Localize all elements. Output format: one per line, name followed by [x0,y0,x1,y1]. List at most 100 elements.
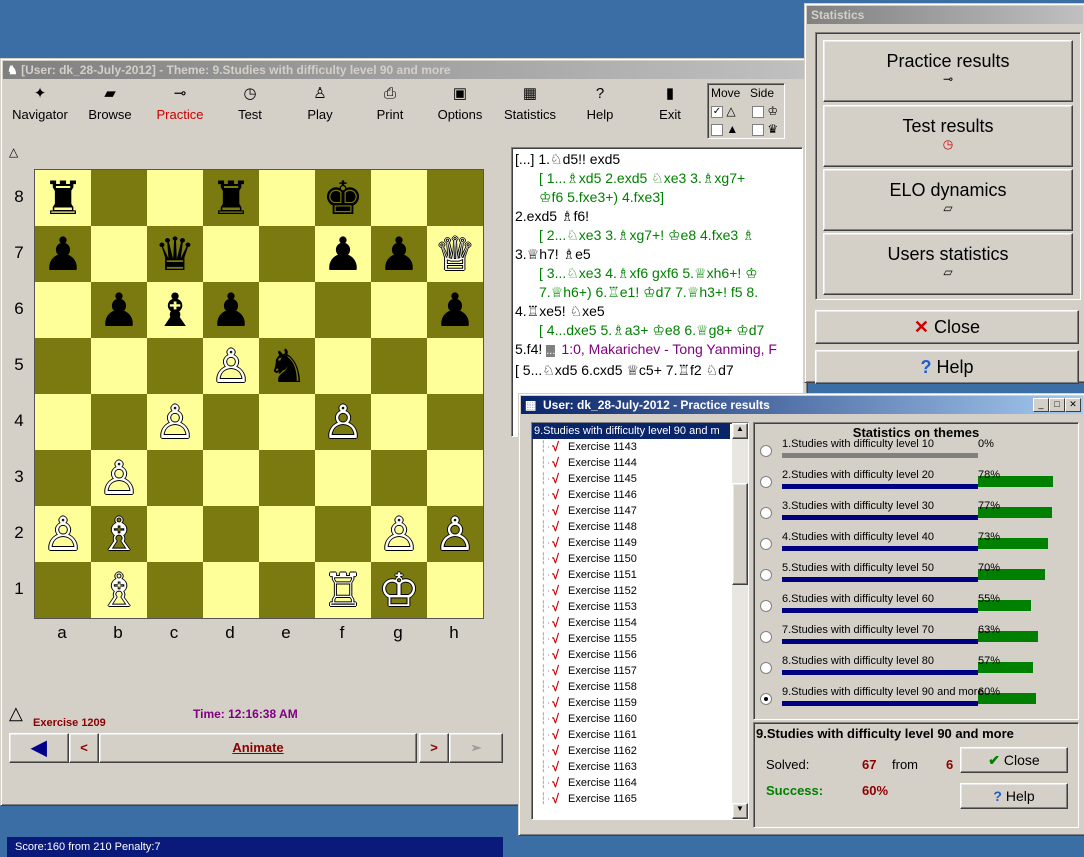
square-e3[interactable] [259,450,315,506]
theme-row[interactable]: 5.Studies with difficulty level 50 70% [782,562,1062,583]
notation-line[interactable]: 2.exd5 ♗f6! [515,207,799,226]
scroll-down-arrow[interactable]: ▼ [732,803,748,819]
square-e4[interactable] [259,394,315,450]
test-results-button[interactable]: Test results ◷ [823,105,1073,167]
results-help-button[interactable]: ? Help [960,783,1068,809]
exercise-list-item[interactable]: ┆· √ Exercise 1157 [532,663,748,679]
square-a2[interactable]: ♙ [35,506,91,562]
square-f4[interactable]: ♙ [315,394,371,450]
white-piece[interactable]: ♙ [322,395,363,449]
square-e7[interactable] [259,226,315,282]
square-h6[interactable]: ♟ [427,282,483,338]
elo-dynamics-button[interactable]: ELO dynamics ▱ [823,169,1073,231]
exercise-list-item[interactable]: ┆· √ Exercise 1145 [532,471,748,487]
square-b4[interactable] [91,394,147,450]
white-piece[interactable]: ♙ [42,507,83,561]
black-piece[interactable]: ♟ [322,227,363,281]
square-g1[interactable]: ♔ [371,562,427,618]
black-piece[interactable]: ♜ [42,171,83,225]
square-c5[interactable] [147,338,203,394]
black-piece[interactable]: ♛ [154,227,195,281]
results-close-button[interactable]: ✔ Close [960,747,1068,773]
square-e5[interactable]: ♞ [259,338,315,394]
square-f5[interactable] [315,338,371,394]
square-g3[interactable] [371,450,427,506]
white-piece[interactable]: ♗ [98,507,139,561]
white-piece[interactable]: ♖ [322,563,363,617]
notation-line[interactable]: 4.♖xe5! ♘xe5 [515,302,799,321]
square-g7[interactable]: ♟ [371,226,427,282]
square-g4[interactable] [371,394,427,450]
toolbar-practice-button[interactable]: ⊸ Practice [145,81,215,137]
toolbar-statistics-button[interactable]: ▦ Statistics [495,81,565,137]
theme-row[interactable]: 6.Studies with difficulty level 60 55% [782,593,1062,614]
notation-line[interactable]: [ 3...♘xe3 4.♗xf6 gxf6 5.♕xh6+! ♔ [515,264,799,283]
first-move-button[interactable]: ◀ [9,733,69,763]
white-piece[interactable]: ♙ [98,451,139,505]
square-b3[interactable]: ♙ [91,450,147,506]
square-f2[interactable] [315,506,371,562]
exercise-list-item[interactable]: ┆· √ Exercise 1152 [532,583,748,599]
exercise-list-item[interactable]: ┆· √ Exercise 1146 [532,487,748,503]
chess-board[interactable]: ♜ ♜ ♚ ♟ ♛ ♟ ♟ ♕ ♟ ♝ ♟ ♟ ♙ ♞ ♙ ♙ ♙ ♙ ♗ ♙ ♙ ♗ ♖ ♔ [34,169,484,619]
square-e1[interactable] [259,562,315,618]
square-h7[interactable]: ♕ [427,226,483,282]
exercise-list-item[interactable]: ┆· √ Exercise 1149 [532,535,748,551]
tree-root[interactable]: 9.Studies with difficulty level 90 and m [532,423,730,439]
exercise-list-item[interactable]: ┆· √ Exercise 1147 [532,503,748,519]
notation-line[interactable]: 1:0, Makarichev - Tong Yanming, F [555,340,777,359]
main-title-bar[interactable]: ♞ [User: dk_28-July-2012] - Theme: 9.Stu… [3,61,805,79]
exercise-tree[interactable]: 9.Studies with difficulty level 90 and m… [531,422,749,820]
theme-row[interactable]: 7.Studies with difficulty level 70 63% [782,624,1062,645]
theme-radio[interactable] [760,693,772,705]
statistics-help-button[interactable]: ? Help [815,350,1079,384]
theme-row[interactable]: 3.Studies with difficulty level 30 77% [782,500,1062,521]
last-move-button[interactable]: ➢ [449,733,503,763]
exercise-list-item[interactable]: ┆· √ Exercise 1154 [532,615,748,631]
square-h5[interactable] [427,338,483,394]
toolbar-test-button[interactable]: ◷ Test [215,81,285,137]
exercise-list-item[interactable]: ┆· √ Exercise 1143 [532,439,748,455]
exercise-list-item[interactable]: ┆· √ Exercise 1158 [532,679,748,695]
square-b1[interactable]: ♗ [91,562,147,618]
square-c1[interactable] [147,562,203,618]
square-d6[interactable]: ♟ [203,282,259,338]
practice-results-title-bar[interactable]: ▦ User: dk_28-July-2012 - Practice result… [521,396,1083,414]
theme-radio[interactable] [760,631,772,643]
theme-radio[interactable] [760,476,772,488]
square-f3[interactable] [315,450,371,506]
square-c8[interactable] [147,170,203,226]
toolbar-exit-button[interactable]: ▮ Exit [635,81,705,137]
theme-radio[interactable] [760,445,772,457]
exercise-list-item[interactable]: ┆· √ Exercise 1161 [532,727,748,743]
theme-row[interactable]: 1.Studies with difficulty level 10 0% [782,438,1062,459]
toolbar-options-button[interactable]: ▣ Options [425,81,495,137]
square-e2[interactable] [259,506,315,562]
square-d3[interactable] [203,450,259,506]
exercise-list-item[interactable]: ┆· √ Exercise 1162 [532,743,748,759]
theme-radio[interactable] [760,662,772,674]
square-c3[interactable] [147,450,203,506]
square-d2[interactable] [203,506,259,562]
notation-line[interactable]: 3.♕h7! ♗e5 [515,245,799,264]
toolbar-help-button[interactable]: ? Help [565,81,635,137]
white-piece[interactable]: ♔ [378,563,419,617]
exercise-list-item[interactable]: ┆· √ Exercise 1163 [532,759,748,775]
square-d1[interactable] [203,562,259,618]
square-a5[interactable] [35,338,91,394]
notation-line[interactable]: 7.♕h6+) 6.♖e1! ♔d7 7.♕h3+! f5 8. [515,283,799,302]
toolbar-navigator-button[interactable]: ✦ Navigator [5,81,75,137]
exercise-list-item[interactable]: ┆· √ Exercise 1151 [532,567,748,583]
theme-row[interactable]: 2.Studies with difficulty level 20 78% [782,469,1062,490]
square-a7[interactable]: ♟ [35,226,91,282]
square-b5[interactable] [91,338,147,394]
toolbar-print-button[interactable]: ⎙ Print [355,81,425,137]
black-piece[interactable]: ♞ [266,339,307,393]
side-white-checkbox[interactable] [752,105,764,118]
exercise-list-item[interactable]: ┆· √ Exercise 1160 [532,711,748,727]
exercise-list-item[interactable]: ┆· √ Exercise 1156 [532,647,748,663]
notation-line[interactable]: 5.f4! [515,340,542,359]
toolbar-browse-button[interactable]: ▰ Browse [75,81,145,137]
square-g5[interactable] [371,338,427,394]
square-a4[interactable] [35,394,91,450]
